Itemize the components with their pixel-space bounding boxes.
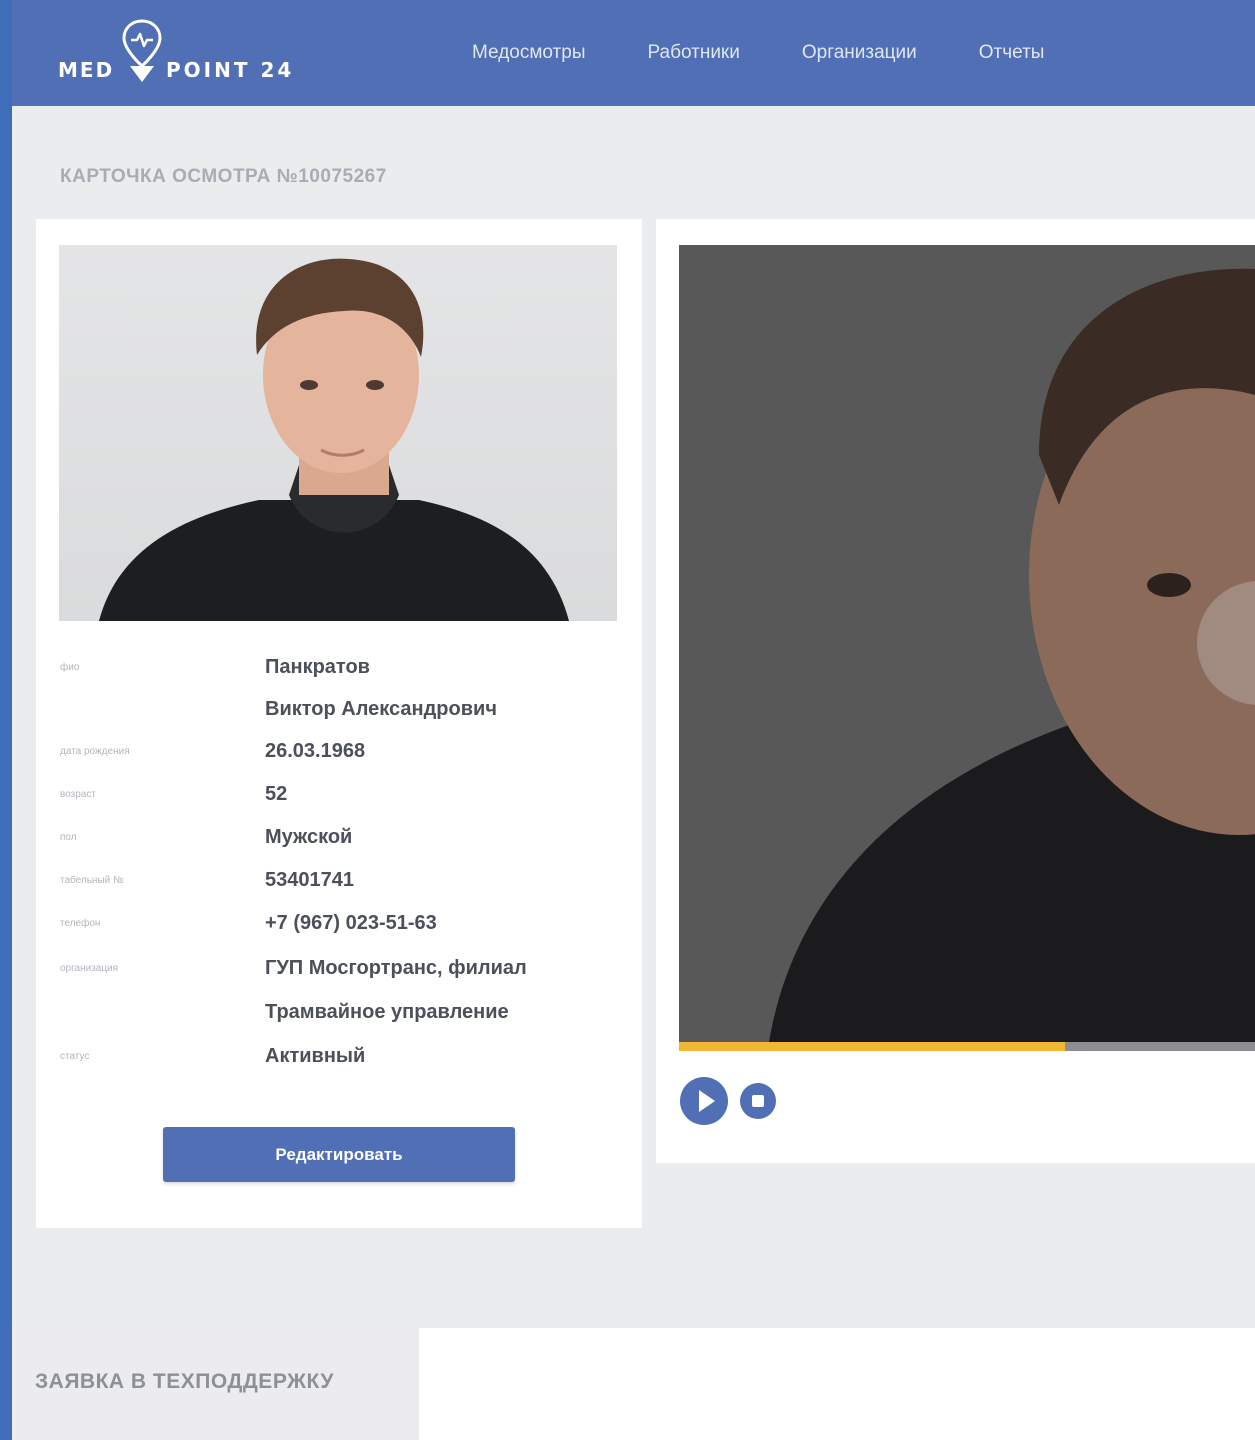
field-label: ФИО (60, 662, 80, 673)
main-nav: Медосмотры Работники Организации Отчеты (472, 0, 1106, 106)
field-label: Пол (60, 832, 77, 843)
field-gender: Пол Мужской (60, 826, 352, 849)
play-icon (699, 1090, 715, 1112)
field-value-continuation: Виктор Александрович (265, 698, 497, 720)
stop-button[interactable] (740, 1083, 776, 1119)
field-age: Возраст 52 (60, 783, 287, 806)
medpoint-logo[interactable]: MED POINT 24 (58, 16, 318, 88)
field-value: +7 (967) 023-51-63 (265, 912, 437, 934)
field-value: ГУП Мосгортранс, филиал (265, 957, 527, 979)
left-edge-strip (0, 0, 12, 1440)
field-label: Статус (60, 1051, 90, 1062)
map-pin-heartbeat-icon (122, 19, 162, 82)
field-value: Активный (265, 1045, 366, 1067)
field-label: Организация (60, 963, 119, 974)
field-organization: Организация ГУП Мосгортранс, филиал (60, 957, 527, 980)
field-label: Табельный № (60, 875, 124, 886)
employee-portrait-image (99, 258, 569, 621)
nav-item-organizations[interactable]: Организации (802, 42, 917, 64)
field-phone: Телефон +7 (967) 023-51-63 (60, 912, 437, 935)
play-button[interactable] (680, 1077, 728, 1125)
field-employee-number: Табельный № 53401741 (60, 869, 354, 892)
nav-item-employees[interactable]: Работники (647, 42, 739, 64)
field-label: Телефон (60, 918, 101, 929)
edit-button[interactable]: Редактировать (163, 1127, 515, 1182)
field-value: Мужской (265, 826, 353, 848)
field-label: Дата рождения (60, 746, 130, 757)
logo-text-point24: POINT 24 (166, 58, 295, 82)
video-card (656, 219, 1255, 1163)
field-value: 26.03.1968 (265, 740, 366, 762)
field-label: Возраст (60, 789, 96, 800)
field-value: 52 (265, 783, 288, 805)
field-fullname: ФИО Панкратов (60, 656, 370, 679)
field-value-continuation: Трамвайное управление (265, 1001, 509, 1023)
nav-item-medical-checkups[interactable]: Медосмотры (472, 42, 585, 64)
nav-item-reports[interactable]: Отчеты (979, 42, 1045, 64)
support-request-tab[interactable]: ЗАЯВКА В ТЕХПОДДЕРЖКУ (12, 1328, 419, 1440)
logo-text-med: MED (58, 58, 115, 82)
video-progress-bar[interactable] (679, 1042, 1255, 1051)
support-request-label: ЗАЯВКА В ТЕХПОДДЕРЖКУ (35, 1370, 334, 1393)
field-value: Панкратов (265, 656, 370, 678)
employee-card: ФИО Панкратов Виктор Александрович Дата … (36, 219, 642, 1228)
page-title: КАРТОЧКА ОСМОТРА №10075267 (60, 166, 387, 187)
field-value: 53401741 (265, 869, 354, 891)
employee-photo (59, 245, 617, 621)
footer-bar: ЗАЯВКА В ТЕХПОДДЕРЖКУ (12, 1328, 1255, 1440)
stop-icon (752, 1095, 764, 1107)
video-player[interactable] (679, 245, 1255, 1042)
video-progress-fill (679, 1042, 1065, 1051)
top-navigation-bar: MED POINT 24 Медосмотры Работники Органи… (12, 0, 1255, 106)
field-birthdate: Дата рождения 26.03.1968 (60, 740, 365, 763)
field-status: Статус Активный (60, 1045, 365, 1068)
video-frame-image (679, 245, 1255, 1042)
